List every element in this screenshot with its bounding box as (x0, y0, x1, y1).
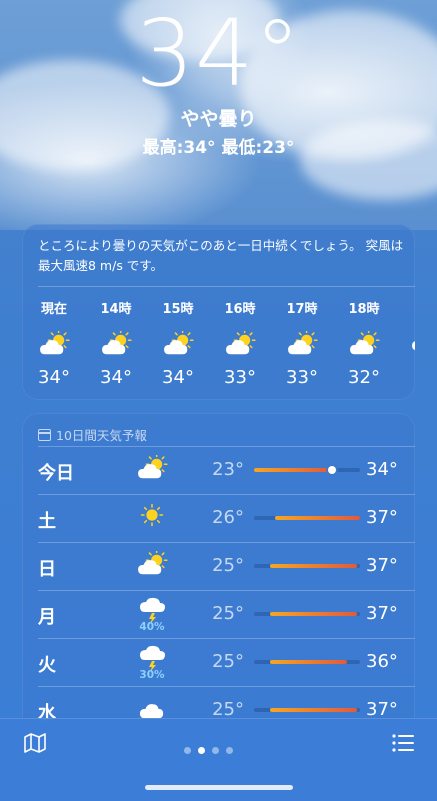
temperature-range-bar (254, 466, 360, 474)
day-row: 今日 23° 34° (22, 447, 415, 495)
page-dot[interactable] (226, 747, 233, 754)
map-icon[interactable] (24, 733, 46, 757)
home-indicator[interactable] (145, 785, 293, 790)
temperature-range-fill (275, 516, 360, 520)
day-row: 火 30% 25° 36° (22, 639, 415, 687)
page-dot[interactable] (184, 747, 191, 754)
partly-cloudy-icon (130, 453, 174, 489)
day-name: 火 (38, 655, 56, 676)
page-indicator[interactable] (184, 739, 240, 758)
temperature-range-bar (254, 708, 360, 712)
page-dot[interactable] (212, 747, 219, 754)
divider (38, 286, 415, 287)
temperature-range-fill (269, 564, 357, 568)
temperature-range-bar (254, 660, 360, 664)
hour-temperature: 32° (348, 367, 380, 388)
temperature-range-bar (254, 612, 360, 616)
day-name: 月 (38, 607, 56, 628)
partly-cloudy-icon (130, 549, 174, 585)
high-temperature: 37° (366, 699, 398, 720)
temperature-range-fill (269, 660, 348, 664)
hour-label: 現在 (40, 302, 67, 317)
thunderstorm-icon: 30% (130, 643, 174, 681)
ten-day-forecast-card[interactable]: 10日間天気予報 今日 23° 34° 土 26° 37° 日 25° 37° 月 40% 25° 37… (22, 413, 415, 733)
hour-label: 18時 (348, 302, 380, 317)
temperature-range-fill (269, 612, 357, 616)
hour-item: 13 (396, 298, 415, 384)
day-name: 土 (38, 511, 56, 532)
low-temperature: 25° (212, 651, 244, 672)
high-temperature: 37° (366, 603, 398, 624)
current-temperature: 34° (135, 0, 302, 107)
low-temperature: 25° (212, 603, 244, 624)
current-temperature-dot (328, 466, 337, 474)
partly-cloudy-icon (396, 327, 415, 353)
page-dot[interactable] (198, 747, 205, 754)
hour-item: 18時 32° (334, 298, 394, 388)
partly-cloudy-icon (210, 329, 270, 357)
ten-day-header: 10日間天気予報 (38, 425, 147, 444)
low-temperature: 23° (212, 459, 244, 480)
partly-cloudy-icon (148, 329, 208, 357)
hour-temperature: 33° (224, 367, 256, 388)
forecast-summary: ところにより曇りの天気がこのあと一日中続くでしょう。 突風は最大風速8 m/s … (38, 238, 404, 273)
hour-temperature: 34° (38, 367, 70, 388)
day-row: 月 40% 25° 37° (22, 591, 415, 639)
hour-item: 現在 34° (24, 298, 84, 388)
low-temperature: 26° (212, 507, 244, 528)
hour-temperature: 3 (396, 363, 415, 384)
precipitation-chance: 40% (139, 621, 165, 633)
day-row: 土 26° 37° (22, 495, 415, 543)
day-name: 今日 (38, 463, 74, 484)
daily-list: 今日 23° 34° 土 26° 37° 日 25° 37° 月 40% 25° 37° 火 30% 25° 3… (22, 447, 415, 733)
hourly-forecast-card[interactable]: ところにより曇りの天気がこのあと一日中続くでしょう。 突風は最大風速8 m/s … (22, 224, 415, 400)
hour-temperature: 34° (100, 367, 132, 388)
hour-label: 15時 (162, 302, 194, 317)
partly-cloudy-icon (86, 329, 146, 357)
hour-label: 17時 (286, 302, 318, 317)
temperature-range-fill (269, 708, 357, 712)
high-temperature: 37° (366, 507, 398, 528)
high-low-temperature: 最高:34° 最低:23° (142, 138, 295, 158)
day-row: 日 25° 37° (22, 543, 415, 591)
day-name: 日 (38, 559, 56, 580)
current-condition: やや曇り (180, 108, 257, 130)
partly-cloudy-icon (334, 329, 394, 357)
sun-icon (130, 503, 174, 537)
hour-item: 15時 34° (148, 298, 208, 388)
thunderstorm-icon: 40% (130, 595, 174, 633)
hour-label: 16時 (224, 302, 256, 317)
hourly-list[interactable]: 現在34°14時34°15時34°16時33°17時33°18時32°13 (22, 298, 415, 398)
temperature-range-bar (254, 564, 360, 568)
precipitation-chance: 30% (139, 669, 165, 681)
low-temperature: 25° (212, 699, 244, 720)
high-temperature: 37° (366, 555, 398, 576)
high-temperature: 36° (366, 651, 398, 672)
partly-cloudy-icon (24, 329, 84, 357)
hour-item: 17時 33° (272, 298, 332, 388)
ten-day-title: 10日間天気予報 (56, 428, 147, 443)
hour-temperature: 33° (286, 367, 318, 388)
hour-label: 1 (396, 298, 415, 313)
low-temperature: 25° (212, 555, 244, 576)
partly-cloudy-icon (272, 329, 332, 357)
hour-temperature: 34° (162, 367, 194, 388)
list-icon[interactable] (392, 734, 414, 756)
hour-label: 14時 (100, 302, 132, 317)
calendar-icon (38, 429, 51, 441)
temperature-range-bar (254, 516, 360, 520)
hour-item: 16時 33° (210, 298, 270, 388)
high-temperature: 34° (366, 459, 398, 480)
temperature-range-fill (254, 468, 331, 472)
hour-item: 14時 34° (86, 298, 146, 388)
